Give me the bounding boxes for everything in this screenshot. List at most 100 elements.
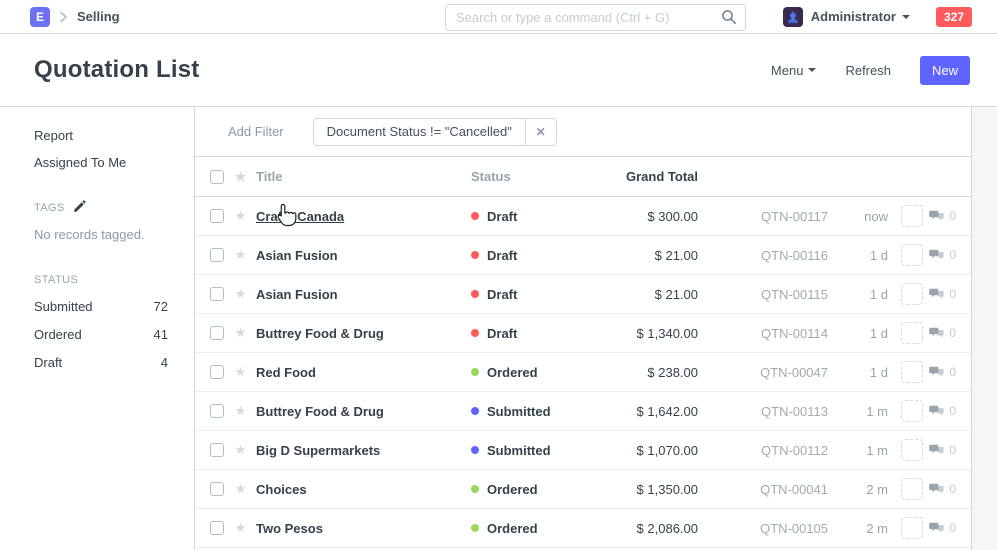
row-checkbox[interactable] [210,482,224,496]
new-button[interactable]: New [920,56,970,85]
comment-icon [929,444,944,457]
star-icon[interactable]: ★ [233,442,248,458]
status-label: Draft [34,355,62,370]
star-icon[interactable]: ★ [233,169,248,185]
row-status: Draft [471,287,611,302]
assign-button[interactable] [901,322,923,344]
table-row[interactable]: ★ Red Food Ordered $ 238.00 QTN-00047 1 … [195,353,971,392]
remove-filter-icon[interactable]: ✕ [525,119,556,145]
row-status-label: Draft [487,326,517,341]
page-background [972,107,997,550]
row-id: QTN-00113 [698,404,828,419]
row-grand-total: $ 2,086.00 [611,521,698,536]
comment-count-value: 0 [949,443,956,457]
row-checkbox[interactable] [210,521,224,535]
star-icon[interactable]: ★ [233,481,248,497]
search-icon[interactable] [721,9,737,28]
comment-count-value: 0 [949,365,956,379]
row-title-link[interactable]: Asian Fusion [256,287,338,302]
comment-icon [929,210,944,223]
table-row[interactable]: ★ Buttrey Food & Drug Draft $ 1,340.00 Q… [195,314,971,353]
row-checkbox[interactable] [210,404,224,418]
search-input[interactable] [445,4,746,31]
assign-button[interactable] [901,205,923,227]
list-container: Add Filter Document Status != "Cancelled… [195,107,972,550]
row-checkbox[interactable] [210,443,224,457]
add-filter-button[interactable]: Add Filter [228,124,284,139]
table-row[interactable]: ★ Two Pesos Ordered $ 2,086.00 QTN-00105… [195,509,971,548]
active-filter-chip[interactable]: Document Status != "Cancelled" ✕ [313,118,557,146]
table-row[interactable]: ★ Asian Fusion Draft $ 21.00 QTN-00115 1… [195,275,971,314]
comment-count: 0 [923,443,956,457]
comment-count: 0 [923,209,956,223]
star-icon[interactable]: ★ [233,208,248,224]
row-title-link[interactable]: Choices [256,482,307,497]
star-icon[interactable]: ★ [233,286,248,302]
assign-button[interactable] [901,244,923,266]
row-id: QTN-00041 [698,482,828,497]
sidebar-status-ordered[interactable]: Ordered 41 [34,327,168,342]
row-checkbox[interactable] [210,248,224,262]
assign-button[interactable] [901,400,923,422]
page-actions: Menu Refresh New [771,56,970,85]
row-title-link[interactable]: Crafts Canada [256,209,344,224]
row-title-link[interactable]: Asian Fusion [256,248,338,263]
user-avatar[interactable] [783,7,803,27]
star-icon[interactable]: ★ [233,325,248,341]
assign-button[interactable] [901,361,923,383]
table-row[interactable]: ★ Big D Supermarkets Submitted $ 1,070.0… [195,431,971,470]
filter-chip-label[interactable]: Document Status != "Cancelled" [314,119,525,145]
row-checkbox[interactable] [210,365,224,379]
row-status-label: Ordered [487,482,538,497]
star-icon[interactable]: ★ [233,403,248,419]
star-icon[interactable]: ★ [233,247,248,263]
assign-button[interactable] [901,478,923,500]
tags-heading-label: TAGS [34,202,65,214]
row-checkbox[interactable] [210,287,224,301]
star-icon[interactable]: ★ [233,364,248,380]
row-checkbox[interactable] [210,209,224,223]
assign-button[interactable] [901,283,923,305]
row-title-link[interactable]: Red Food [256,365,316,380]
notification-badge[interactable]: 327 [936,7,972,27]
row-grand-total: $ 1,642.00 [611,404,698,419]
table-row[interactable]: ★ Choices Ordered $ 1,350.00 QTN-00041 2… [195,470,971,509]
table-row[interactable]: ★ Crafts Canada Draft $ 300.00 QTN-00117… [195,197,971,236]
row-status-label: Submitted [487,404,551,419]
column-header-status: Status [471,169,611,184]
row-title-link[interactable]: Buttrey Food & Drug [256,404,384,419]
star-icon[interactable]: ★ [233,520,248,536]
row-checkbox[interactable] [210,326,224,340]
table-row[interactable]: ★ Asian Fusion Draft $ 21.00 QTN-00116 1… [195,236,971,275]
status-dot-icon [471,368,479,376]
row-title-link[interactable]: Big D Supermarkets [256,443,380,458]
status-dot-icon [471,290,479,298]
sidebar-item-report[interactable]: Report [34,128,168,143]
status-dot-icon [471,446,479,454]
global-search [445,4,746,31]
row-title-link[interactable]: Two Pesos [256,521,323,536]
tags-heading: TAGS [34,200,168,216]
select-all-checkbox[interactable] [210,170,224,184]
assign-button[interactable] [901,439,923,461]
row-modified-time: 1 m [828,443,888,458]
row-modified-time: 1 d [828,287,888,302]
breadcrumb[interactable]: Selling [77,9,120,24]
menu-button[interactable]: Menu [771,63,817,78]
sidebar-status-submitted[interactable]: Submitted 72 [34,299,168,314]
comment-count: 0 [923,287,956,301]
column-header-title: Title [248,169,471,184]
user-menu[interactable]: Administrator [811,9,896,24]
sidebar-item-assigned-to-me[interactable]: Assigned To Me [34,155,168,170]
refresh-button[interactable]: Refresh [845,63,891,78]
comment-icon [929,483,944,496]
row-title-link[interactable]: Buttrey Food & Drug [256,326,384,341]
app-logo[interactable]: E [30,7,50,27]
row-status-label: Draft [487,248,517,263]
table-row[interactable]: ★ Buttrey Food & Drug Submitted $ 1,642.… [195,392,971,431]
assign-button[interactable] [901,517,923,539]
edit-pencil-icon[interactable] [73,200,86,216]
status-dot-icon [471,212,479,220]
sidebar-status-draft[interactable]: Draft 4 [34,355,168,370]
comment-count: 0 [923,248,956,262]
